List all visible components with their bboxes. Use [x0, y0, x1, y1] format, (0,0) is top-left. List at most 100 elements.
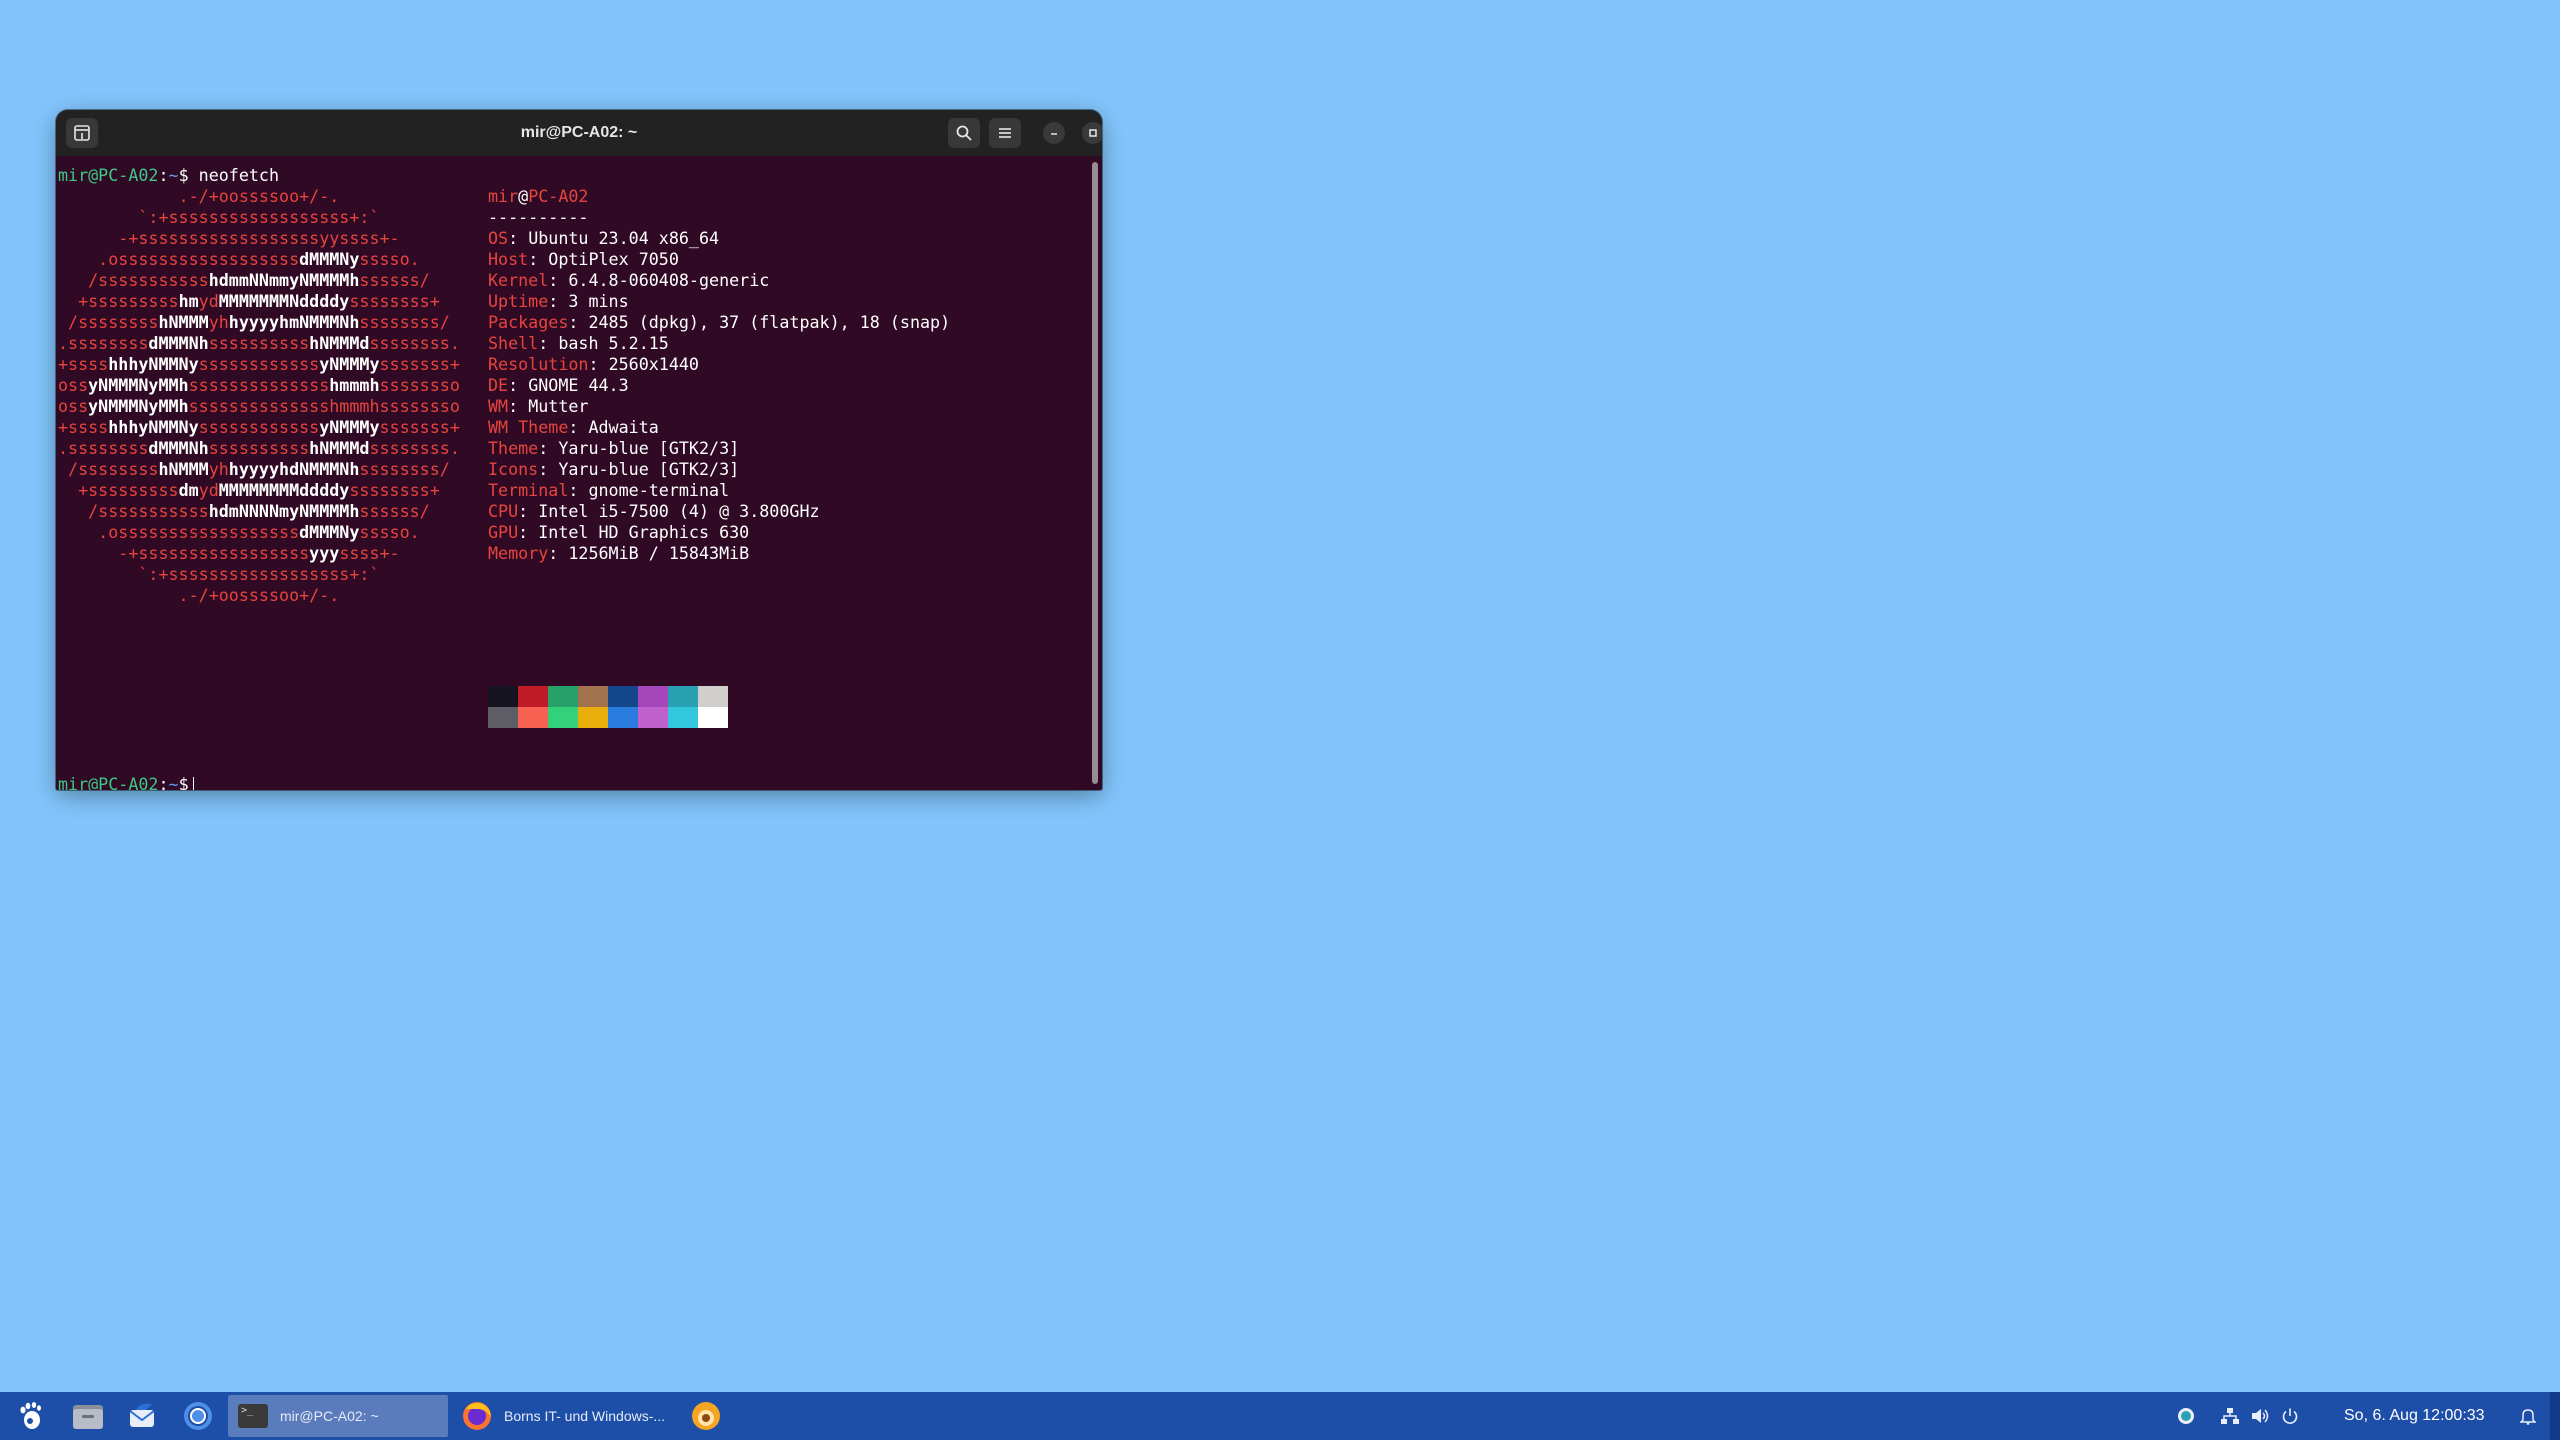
palette-swatch: [638, 707, 668, 728]
info-label-sep: :: [548, 270, 569, 290]
logo-segment: hNMMM: [158, 312, 209, 332]
logo-segment: .ossssssssssssssssss: [58, 522, 300, 542]
info-label-sep: :: [568, 417, 589, 437]
search-button[interactable]: [948, 118, 980, 148]
browser-launcher[interactable]: [178, 1392, 218, 1440]
logo-segment: hm: [178, 291, 199, 311]
prompt-separator: :: [158, 774, 169, 790]
task-firefox[interactable]: Borns IT- und Windows-...: [456, 1395, 676, 1437]
info-value: 2560x1440: [608, 354, 699, 374]
logo-line: ossyNMMMNyMMhsssssssssssssshmmmhssssssso: [58, 396, 460, 417]
info-label-sep: :: [508, 375, 529, 395]
info-value: 2485 (dpkg), 37 (flatpak), 18 (snap): [588, 312, 951, 332]
taskbar: >_ mir@PC-A02: ~ Borns IT- und Windows-.…: [0, 1392, 2560, 1440]
info-value: 1256MiB / 15843MiB: [568, 543, 750, 563]
palette-swatch: [548, 686, 578, 707]
thunderbird-icon: [129, 1403, 155, 1427]
color-palette: [488, 686, 728, 728]
file-manager-icon: [73, 1405, 103, 1429]
logo-segment: ssssssssss: [208, 333, 310, 353]
minimize-icon: [1051, 133, 1057, 135]
scrollbar[interactable]: [1092, 162, 1098, 784]
palette-swatch: [578, 686, 608, 707]
gnome-menu-button[interactable]: [10, 1392, 50, 1440]
logo-line: /sssssssshNMMMyhhyyyyhmNMMMNhssssssss/: [58, 312, 450, 333]
info-row: WM: Mutter: [488, 396, 588, 417]
mail-launcher[interactable]: [122, 1392, 162, 1440]
titlebar[interactable]: mir@PC-A02: ~: [56, 110, 1102, 156]
command-text: neofetch: [188, 165, 280, 185]
logo-segment: ssssss/: [359, 270, 430, 290]
logo-segment: dm: [178, 480, 199, 500]
window-title: mir@PC-A02: ~: [520, 124, 638, 141]
logo-segment: ssssssss/: [359, 459, 450, 479]
palette-row: [488, 707, 728, 728]
app-launcher-orange[interactable]: [686, 1392, 726, 1440]
logo-segment: hhhyNMMNy: [108, 417, 199, 437]
logo-segment: hhhyNMMNy: [108, 354, 199, 374]
info-label-sep: :: [548, 291, 569, 311]
show-desktop-strip[interactable]: [2550, 1392, 2560, 1440]
info-value: OptiPlex 7050: [548, 249, 679, 269]
clock[interactable]: So, 6. Aug 12:00:33: [2344, 1392, 2485, 1440]
logo-line: -+sssssssssssssssssyyyssss+-: [58, 543, 399, 564]
logo-segment: yd: [198, 291, 219, 311]
minimize-button[interactable]: [1043, 122, 1065, 144]
power-indicator[interactable]: [2276, 1392, 2304, 1440]
terminal-icon: >_: [238, 1404, 268, 1428]
network-indicator[interactable]: [2216, 1392, 2244, 1440]
task-label: Borns IT- und Windows-...: [504, 1408, 666, 1424]
logo-segment: ssssss/: [359, 501, 430, 521]
logo-segment: dMMMNh: [148, 438, 209, 458]
info-host: PC-A02: [528, 186, 589, 206]
app-orange-icon: [692, 1402, 720, 1430]
logo-segment: .ossssssssssssssssss: [58, 249, 300, 269]
palette-row: [488, 686, 728, 707]
logo-line: .ssssssssdMMMNhsssssssssshNMMMdssssssss.: [58, 333, 460, 354]
logo-segment: hNMMMd: [309, 438, 370, 458]
logo-segment: +sssssssss: [58, 480, 179, 500]
info-label: Terminal: [488, 480, 569, 500]
info-label: Kernel: [488, 270, 549, 290]
logo-line: /ssssssssssshdmmNNmmyNMMMMhssssss/: [58, 270, 430, 291]
logo-segment: dMMMNy: [299, 249, 360, 269]
logo-segment: -+sssssssssssssssss: [58, 543, 310, 563]
info-label: Memory: [488, 543, 549, 563]
files-launcher[interactable]: [68, 1392, 108, 1440]
logo-segment: hdmmNNmmyNMMMMh: [208, 270, 360, 290]
info-row: Kernel: 6.4.8-060408-generic: [488, 270, 769, 291]
logo-segment: .-/+oossssoo+/-.: [58, 585, 340, 605]
volume-indicator[interactable]: [2246, 1392, 2274, 1440]
notifications-button[interactable]: [2514, 1392, 2542, 1440]
task-terminal[interactable]: >_ mir@PC-A02: ~: [228, 1395, 448, 1437]
info-value: 3 mins: [568, 291, 629, 311]
info-value: Yaru-blue [GTK2/3]: [558, 459, 740, 479]
logo-segment: /ssssssss: [58, 459, 159, 479]
logo-line: +ssssssssshmydMMMMMMMNddddyssssssss+: [58, 291, 440, 312]
update-indicator[interactable]: [2172, 1392, 2200, 1440]
terminal-window[interactable]: mir@PC-A02: ~ mir@PC-A02:~$ neofetch .-/…: [56, 110, 1102, 790]
logo-segment: /sssssssssss: [58, 501, 209, 521]
info-label: WM: [488, 396, 509, 416]
network-icon: [2221, 1408, 2239, 1424]
logo-segment: `:+ssssssssssssssssss+:`: [58, 564, 380, 584]
info-label: Host: [488, 249, 529, 269]
info-row: GPU: Intel HD Graphics 630: [488, 522, 749, 543]
info-label-sep: :: [508, 396, 529, 416]
maximize-button[interactable]: [1082, 122, 1102, 144]
prompt-path: ~: [168, 165, 179, 185]
prompt-user-host: mir@PC-A02: [58, 774, 159, 790]
logo-line: .-/+oossssoo+/-.: [58, 186, 340, 207]
logo-line: .ossssssssssssssssssdMMMNysssso.: [58, 249, 420, 270]
info-label: WM Theme: [488, 417, 569, 437]
logo-segment: sssso.: [359, 249, 420, 269]
info-label: Theme: [488, 438, 539, 458]
prompt-symbol: $: [178, 774, 189, 790]
logo-line: +sssshhhyNMMNyssssssssssssyNMMMysssssss+: [58, 417, 460, 438]
terminal-output[interactable]: mir@PC-A02:~$ neofetch .-/+oossssoo+/-. …: [56, 156, 1088, 790]
palette-swatch: [638, 686, 668, 707]
firefox-icon: [463, 1402, 491, 1430]
logo-segment: .ssssssss: [58, 333, 149, 353]
menu-button[interactable]: [989, 118, 1021, 148]
info-label-sep: :: [538, 459, 559, 479]
